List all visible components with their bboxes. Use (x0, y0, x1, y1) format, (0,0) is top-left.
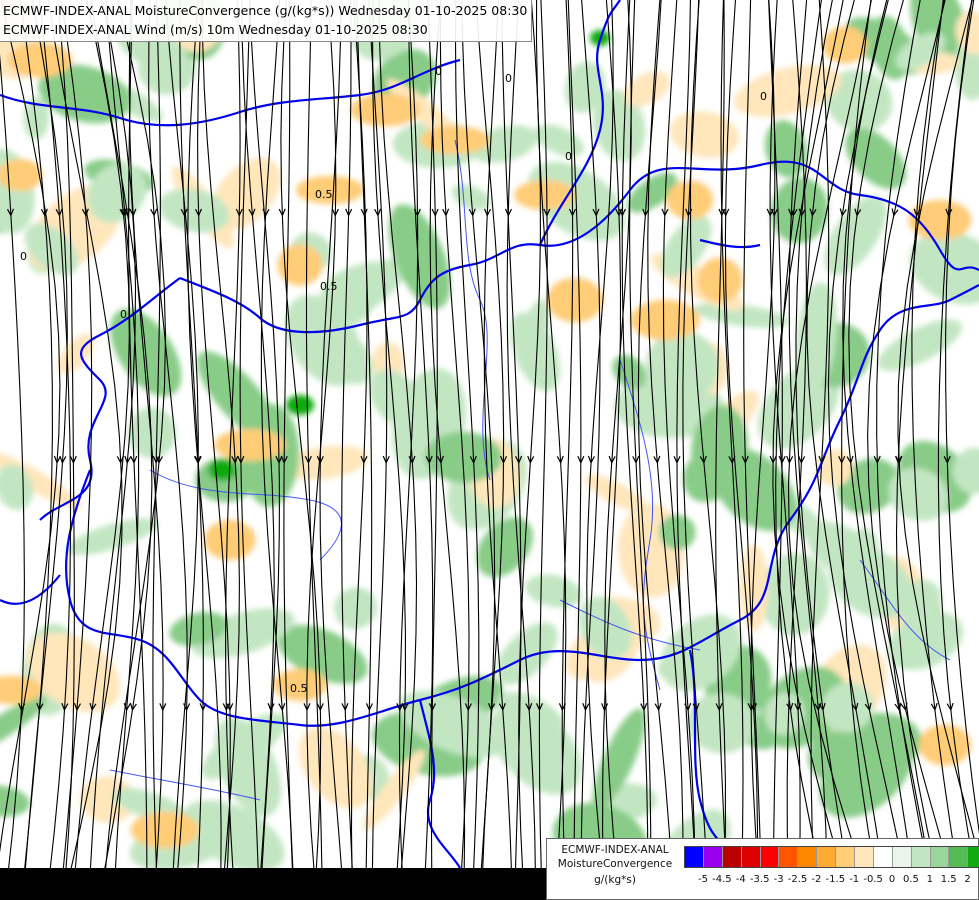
legend-tick-labels: -5 -4.5 -4 -3.5 -3 -2.5 -2 -1.5 -1 -0.5 0 0.5 1 1.5 2 (691, 874, 979, 888)
legend-swatch (779, 847, 799, 867)
legend-tick-label: 0 (888, 874, 896, 885)
contour-label: 0.5 (290, 682, 308, 695)
legend-tick-label: -0.5 (863, 874, 883, 885)
legend-swatch (911, 847, 931, 867)
title-wind: ECMWF-INDEX-ANAL Wind (m/s) 10m Wednesda… (3, 22, 428, 37)
contour-label: 0 (20, 250, 27, 263)
legend-tick-label: -1.5 (825, 874, 846, 885)
divergence-area (822, 26, 868, 64)
divergence-area (214, 428, 286, 462)
legend-tick-label: -3 (773, 874, 784, 885)
legend-model: ECMWF-INDEX-ANAL (561, 844, 669, 856)
contour-label: 0 (435, 65, 442, 78)
legend-color-bar (684, 846, 979, 868)
title-moisture-convergence: ECMWF-INDEX-ANAL MoistureConvergence (g/… (3, 3, 528, 18)
map-title-box: ECMWF-INDEX-ANAL MoistureConvergence (g/… (0, 0, 533, 42)
divergence-area (204, 519, 256, 561)
divergence-area (630, 299, 700, 341)
convergence-area (286, 395, 314, 415)
legend-swatch (798, 847, 818, 867)
legend-tick-label: 2 (964, 874, 971, 885)
legend-tick-label: -4.5 (712, 874, 732, 885)
contour-label: 0 (505, 72, 512, 85)
legend-tick-label: -1 (849, 874, 860, 885)
legend-swatch (741, 847, 761, 867)
legend-label: ECMWF-INDEX-ANAL MoistureConvergence g/(… (551, 843, 679, 887)
legend-unit: g/(kg*s) (594, 874, 636, 886)
legend-tick-label: -4 (735, 874, 746, 885)
legend-tick-label: 1.5 (940, 874, 957, 885)
legend-swatch (873, 847, 893, 867)
legend-swatch (855, 847, 874, 867)
legend-tick-label: -3.5 (749, 874, 770, 885)
legend-tick-label: 1 (926, 874, 933, 885)
contour-label: 0 (565, 150, 572, 163)
legend-swatch (722, 847, 742, 867)
legend-swatch (836, 847, 856, 867)
legend-swatch (892, 847, 912, 867)
legend-tick-label: -2 (811, 874, 822, 885)
contour-label: 0 (760, 90, 767, 103)
divergence-area (130, 811, 200, 849)
legend-parameter: MoistureConvergence (557, 858, 673, 870)
contour-label: 0 (120, 308, 127, 321)
legend-swatch (949, 847, 969, 867)
legend-tick-label: 0.5 (902, 874, 919, 885)
legend-swatch (817, 847, 837, 867)
contour-label: 0.5 (320, 280, 338, 293)
weather-map: 0.5 0.5 0.5 0 0 0 0 0 0 (0, 0, 979, 900)
legend-swatch (703, 847, 723, 867)
color-legend: ECMWF-INDEX-ANAL MoistureConvergence g/(… (546, 838, 979, 900)
legend-swatch (968, 847, 979, 867)
legend-tick-label: -5 (698, 874, 708, 885)
legend-swatch (685, 847, 704, 867)
divergence-area (547, 277, 603, 323)
convergence-area (208, 459, 236, 481)
contour-label: 0.5 (315, 188, 333, 201)
legend-swatch (930, 847, 950, 867)
legend-swatch (760, 847, 780, 867)
legend-tick-label: -2.5 (787, 874, 808, 885)
map-view: 0.5 0.5 0.5 0 0 0 0 0 0 ECMWF-INDEX-ANAL Moistur… (0, 0, 979, 900)
